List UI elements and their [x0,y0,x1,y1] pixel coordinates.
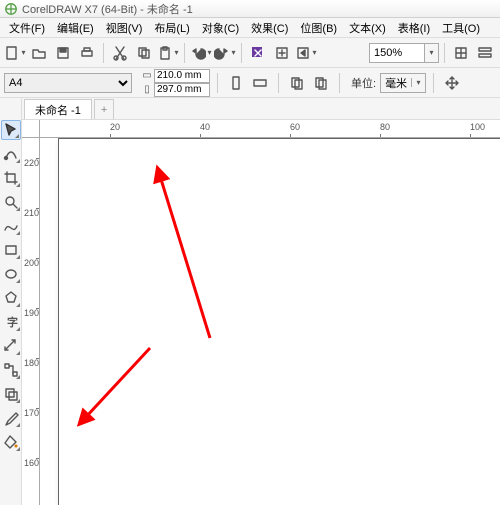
current-page-button[interactable] [310,72,332,94]
app-icon [4,2,18,16]
zoom-combo[interactable]: ▾ [369,43,439,63]
units-value: 毫米 [381,75,411,91]
open-button[interactable] [28,42,50,64]
menu-layout[interactable]: 布局(L) [149,19,194,37]
undo-button[interactable] [190,42,212,64]
separator [444,43,445,63]
zoom-dropdown-arrow[interactable]: ▾ [425,43,439,63]
zoom-input[interactable] [369,43,425,63]
workspace: 未命名 -1 + 20 40 60 80 100 220 210 200 190… [22,98,500,505]
new-button[interactable] [4,42,26,64]
ruler-tick: 210 [24,208,39,218]
menu-bar: 文件(F) 编辑(E) 视图(V) 布局(L) 对象(C) 效果(C) 位图(B… [0,18,500,38]
dimension-tool[interactable] [1,336,21,356]
units-label: 单位: [351,75,376,91]
separator [339,73,340,93]
page [58,138,500,505]
copy-button[interactable] [133,42,155,64]
menu-table[interactable]: 表格(I) [393,19,435,37]
menu-edit[interactable]: 编辑(E) [52,19,99,37]
all-pages-button[interactable] [286,72,308,94]
standard-toolbar: ▾ [0,38,500,68]
menu-file[interactable]: 文件(F) [4,19,50,37]
page-size-select[interactable]: A4 [4,73,132,93]
ruler-tick: 170 [24,408,39,418]
document-tab-label: 未命名 -1 [35,102,81,118]
units-dropdown-arrow[interactable]: ▾ [411,78,425,87]
ruler-origin[interactable] [22,120,40,138]
effects-tool[interactable] [1,384,21,404]
document-tabs: 未命名 -1 + [22,98,500,120]
ruler-tick: 180 [24,358,39,368]
paste-button[interactable] [157,42,179,64]
ruler-tick: 190 [24,308,39,318]
connector-tool[interactable] [1,360,21,380]
import-button[interactable] [271,42,293,64]
pick-tool[interactable] [1,120,21,140]
ruler-tick: 80 [380,122,390,132]
title-bar: CorelDRAW X7 (64-Bit) - 未命名 -1 [0,0,500,18]
shape-tool[interactable] [1,144,21,164]
document-area: 字 未命名 -1 + 20 40 60 80 100 220 210 200 [0,98,500,505]
horizontal-ruler[interactable]: 20 40 60 80 100 [40,120,500,138]
landscape-button[interactable] [249,72,271,94]
menu-bitmaps[interactable]: 位图(B) [295,19,342,37]
portrait-button[interactable] [225,72,247,94]
separator [241,43,242,63]
vertical-ruler[interactable]: 220 210 200 190 180 170 160 [22,138,40,505]
snap-button[interactable] [450,42,472,64]
ruler-tick: 20 [110,122,120,132]
print-button[interactable] [76,42,98,64]
separator [278,73,279,93]
menu-view[interactable]: 视图(V) [101,19,148,37]
ruler-tick: 200 [24,258,39,268]
menu-arrange[interactable]: 对象(C) [197,19,244,37]
crop-tool[interactable] [1,168,21,188]
ruler-tick: 100 [470,122,485,132]
ruler-tick: 160 [24,458,39,468]
width-icon: ▭ [140,70,154,81]
separator [433,73,434,93]
ellipse-tool[interactable] [1,264,21,284]
cut-button[interactable] [109,42,131,64]
height-icon: ▯ [140,84,154,95]
fill-tool[interactable] [1,432,21,452]
canvas-area: 20 40 60 80 100 220 210 200 190 180 170 … [22,120,500,505]
search-content-button[interactable] [247,42,269,64]
nudge-button[interactable] [441,72,463,94]
freehand-tool[interactable] [1,216,21,236]
polygon-tool[interactable] [1,288,21,308]
separator [103,43,104,63]
drawing-canvas[interactable] [40,138,500,505]
redo-button[interactable] [214,42,236,64]
document-tab[interactable]: 未命名 -1 [24,99,92,119]
menu-effects[interactable]: 效果(C) [246,19,293,37]
units-select[interactable]: 毫米 ▾ [380,73,426,93]
ruler-tick: 60 [290,122,300,132]
toolbox: 字 [0,98,22,505]
text-tool[interactable]: 字 [1,312,21,332]
property-bar: A4 ▭ ▯ 单位: 毫米 ▾ [0,68,500,98]
export-button[interactable] [295,42,317,64]
options-button[interactable] [474,42,496,64]
zoom-tool[interactable] [1,192,21,212]
page-dimensions: ▭ ▯ [140,69,210,97]
eyedropper-tool[interactable] [1,408,21,428]
ruler-tick: 40 [200,122,210,132]
page-width-input[interactable] [154,69,210,83]
menu-text[interactable]: 文本(X) [344,19,391,37]
save-button[interactable] [52,42,74,64]
rectangle-tool[interactable] [1,240,21,260]
separator [184,43,185,63]
window-title: CorelDRAW X7 (64-Bit) - 未命名 -1 [22,1,193,17]
separator [217,73,218,93]
page-height-input[interactable] [154,83,210,97]
menu-tools[interactable]: 工具(O) [437,19,485,37]
ruler-tick: 220 [24,158,39,168]
add-document-tab[interactable]: + [94,99,114,119]
